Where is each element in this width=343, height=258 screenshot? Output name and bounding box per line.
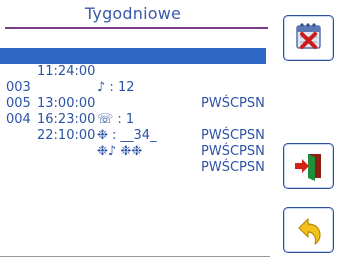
list-item-selected[interactable]: 001 12:25:00 ❉ : 123__ PWŚ____ bbox=[0, 48, 266, 127]
row-mode: ❉ : __34_ bbox=[97, 128, 157, 143]
row-id: 004 bbox=[6, 112, 31, 127]
exit-door-icon bbox=[295, 154, 321, 181]
delete-calendar-icon bbox=[296, 23, 321, 49]
back-button[interactable] bbox=[283, 207, 334, 253]
page-title: Tygodniowe bbox=[84, 4, 182, 23]
row-flags: PWŚCPSN bbox=[201, 128, 265, 143]
row-time: 22:10:00 bbox=[37, 128, 96, 143]
row-flags: PWŚCPSN bbox=[201, 144, 265, 159]
row-flags: PWŚ____ bbox=[201, 112, 256, 127]
list-item[interactable]: 005 16:23:00 ❉ : __34_ PWŚCPSN bbox=[0, 80, 266, 159]
list-bottom-divider bbox=[0, 256, 270, 257]
row-mode: ☏ : 1 bbox=[97, 112, 135, 127]
row-mode: ❉♪ ❉❉ bbox=[97, 144, 143, 159]
row-flags: PWŚCPSN bbox=[201, 160, 265, 175]
title-divider bbox=[5, 27, 268, 29]
weekly-list-panel: Tygodniowe 002 11:24:00 ♪ : 12 PWŚCPSN 0… bbox=[0, 0, 278, 258]
delete-button[interactable] bbox=[283, 15, 334, 61]
row-time: 16:23:00 bbox=[37, 112, 96, 127]
list-item[interactable]: 003 13:00:00 ☏ : 1 PWŚCPSN bbox=[0, 64, 266, 143]
list-item[interactable]: 004 22:10:00 ❉♪ ❉❉ PWŚCPSN bbox=[0, 96, 266, 175]
list-item[interactable]: 002 11:24:00 ♪ : 12 PWŚCPSN bbox=[0, 32, 266, 111]
exit-button[interactable] bbox=[283, 143, 334, 189]
back-arrow-icon bbox=[298, 218, 321, 245]
